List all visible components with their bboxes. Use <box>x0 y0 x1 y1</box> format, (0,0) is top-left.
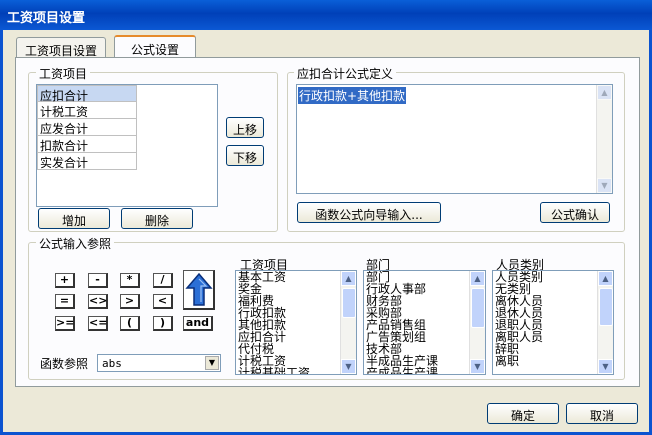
scroll-down-icon[interactable]: ▼ <box>470 359 485 374</box>
close-paren-button[interactable]: ) <box>153 316 173 331</box>
cancel-button[interactable]: 取消 <box>566 403 638 424</box>
open-paren-button[interactable]: ( <box>120 316 140 331</box>
scroll-thumb[interactable] <box>342 288 356 318</box>
multiply-button[interactable]: * <box>120 273 140 288</box>
salary-items-grid[interactable]: 应扣合计 计税工资 应发合计 扣款合计 实发合计 <box>36 84 218 207</box>
tab-formula-settings[interactable]: 公式设置 <box>114 35 196 59</box>
formula-textarea[interactable]: 行政扣款+其他扣款 ▲ ▼ <box>296 84 613 194</box>
add-button[interactable]: 增加 <box>38 208 110 229</box>
equal-button[interactable]: = <box>55 294 75 309</box>
func-select-value: abs <box>102 357 122 370</box>
salary-list[interactable]: 基本工资 奖金 福利费 行政扣款 其他扣款 应扣合计 代付税 计税工资 计税基础… <box>235 270 357 375</box>
chevron-down-icon[interactable]: ▼ <box>205 356 219 370</box>
grid-row[interactable]: 扣款合计 <box>37 136 137 153</box>
scroll-thumb[interactable] <box>599 288 613 326</box>
less-equal-button[interactable]: <= <box>88 316 108 331</box>
minus-button[interactable]: - <box>88 273 108 288</box>
grid-row[interactable]: 应发合计 <box>37 119 137 136</box>
salary-list-scrollbar[interactable]: ▲ ▼ <box>340 271 356 374</box>
list-item[interactable]: 计税基础工资 <box>236 367 356 374</box>
salary-items-legend: 工资项目 <box>36 65 91 82</box>
formula-confirm-button[interactable]: 公式确认 <box>540 202 610 223</box>
tab-salary-items[interactable]: 工资项目设置 <box>16 37 106 59</box>
scroll-down-icon[interactable]: ▼ <box>341 359 356 374</box>
scroll-up-icon[interactable]: ▲ <box>341 271 356 286</box>
window-title: 工资项目设置 <box>7 11 86 26</box>
move-up-button[interactable]: 上移 <box>226 117 264 138</box>
func-label: 函数参照 <box>40 357 89 371</box>
staff-list[interactable]: 人员类别 无类别 离休人员 退休人员 退职人员 离职人员 辞职 离职 ▲ ▼ <box>492 270 614 375</box>
dept-list-scrollbar[interactable]: ▲ ▼ <box>469 271 485 374</box>
formula-def-legend: 应扣合计公式定义 <box>294 65 397 82</box>
plus-button[interactable]: + <box>55 273 75 288</box>
reference-legend: 公式输入参照 <box>36 235 115 252</box>
scroll-down-icon[interactable]: ▼ <box>597 178 612 193</box>
tab-label: 公式设置 <box>130 43 179 57</box>
not-equal-button[interactable]: <> <box>88 294 108 309</box>
move-down-button[interactable]: 下移 <box>226 145 264 166</box>
scroll-up-icon[interactable]: ▲ <box>597 85 612 100</box>
ok-button[interactable]: 确定 <box>487 403 559 424</box>
grid-row[interactable]: 应扣合计 <box>37 85 137 103</box>
tab-label: 工资项目设置 <box>25 44 98 58</box>
delete-button[interactable]: 删除 <box>121 208 193 229</box>
up-arrow-icon <box>185 272 213 306</box>
formula-wizard-button[interactable]: 函数公式向导输入... <box>297 202 441 223</box>
func-select[interactable]: abs ▼ <box>97 354 221 372</box>
grid-row[interactable]: 实发合计 <box>37 153 137 170</box>
window-titlebar: 工资项目设置 <box>0 0 652 30</box>
staff-list-scrollbar[interactable]: ▲ ▼ <box>597 271 613 374</box>
greater-button[interactable]: > <box>120 294 140 309</box>
and-button[interactable]: and <box>183 316 213 331</box>
scroll-up-icon[interactable]: ▲ <box>598 271 613 286</box>
scroll-up-icon[interactable]: ▲ <box>470 271 485 286</box>
insert-button[interactable] <box>183 270 215 310</box>
scroll-down-icon[interactable]: ▼ <box>598 359 613 374</box>
list-item[interactable]: 产成品生产课 <box>364 367 485 374</box>
less-button[interactable]: < <box>153 294 173 309</box>
greater-equal-button[interactable]: >= <box>55 316 75 331</box>
formula-text: 行政扣款+其他扣款 <box>298 87 407 104</box>
formula-scrollbar[interactable]: ▲ ▼ <box>596 85 612 193</box>
divide-button[interactable]: / <box>153 273 173 288</box>
list-item[interactable]: 离职 <box>493 355 613 367</box>
dept-list[interactable]: 部门 行政人事部 财务部 采购部 产品销售组 广告策划组 技术部 半成品生产课 … <box>363 270 486 375</box>
grid-row[interactable]: 计税工资 <box>37 102 137 119</box>
scroll-thumb[interactable] <box>471 288 485 328</box>
